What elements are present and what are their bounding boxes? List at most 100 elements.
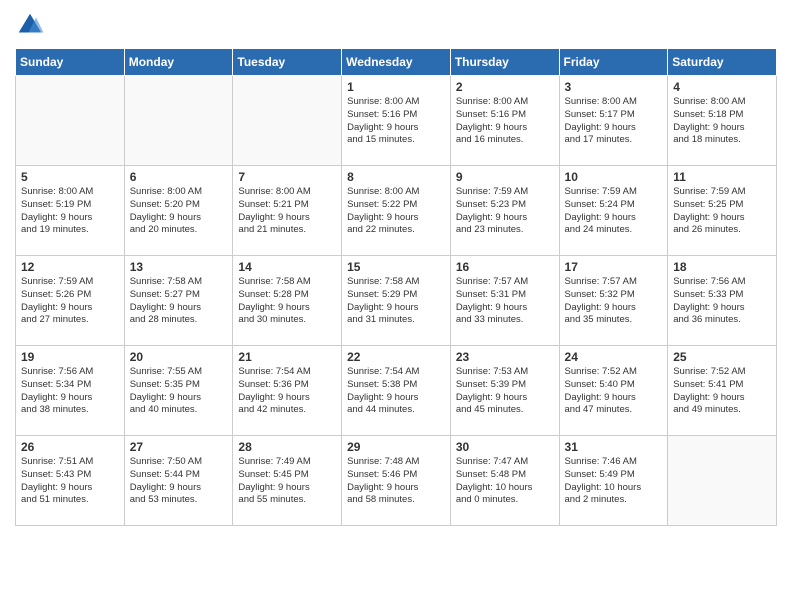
- cell-content: Sunrise: 7:57 AM Sunset: 5:31 PM Dayligh…: [456, 276, 554, 327]
- day-number: 8: [347, 170, 445, 184]
- calendar-cell: 3 Sunrise: 8:00 AM Sunset: 5:17 PM Daylig…: [559, 76, 668, 166]
- cell-content: Sunrise: 7:51 AM Sunset: 5:43 PM Dayligh…: [21, 456, 119, 507]
- calendar-cell: 25Sunrise: 7:52 AM Sunset: 5:41 PM Dayli…: [668, 346, 777, 436]
- cell-content: Sunrise: 7:48 AM Sunset: 5:46 PM Dayligh…: [347, 456, 445, 507]
- cell-content: Sunrise: 7:46 AM Sunset: 5:49 PM Dayligh…: [565, 456, 663, 507]
- day-number: 12: [21, 260, 119, 274]
- column-header-tuesday: Tuesday: [233, 49, 342, 76]
- cell-content: Sunrise: 8:00 AM Sunset: 5:17 PM Dayligh…: [565, 96, 663, 147]
- calendar-cell: 4Sunrise: 8:00 AM Sunset: 5:18 PM Daylig…: [668, 76, 777, 166]
- calendar-cell: 22 Sunrise: 7:54 AM Sunset: 5:38 PM Dayli…: [342, 346, 451, 436]
- calendar-week-row: 26 Sunrise: 7:51 AM Sunset: 5:43 PM Dayli…: [16, 436, 777, 526]
- day-number: 7: [238, 170, 336, 184]
- calendar-cell: 30 Sunrise: 7:47 AM Sunset: 5:48 PM Dayli…: [450, 436, 559, 526]
- calendar-week-row: 5 Sunrise: 8:00 AM Sunset: 5:19 PM Daylig…: [16, 166, 777, 256]
- cell-content: Sunrise: 7:59 AM Sunset: 5:24 PM Dayligh…: [565, 186, 663, 237]
- column-header-saturday: Saturday: [668, 49, 777, 76]
- cell-content: Sunrise: 7:58 AM Sunset: 5:29 PM Dayligh…: [347, 276, 445, 327]
- day-number: 26: [21, 440, 119, 454]
- day-number: 15: [347, 260, 445, 274]
- cell-content: Sunrise: 7:59 AM Sunset: 5:23 PM Dayligh…: [456, 186, 554, 237]
- day-number: 31: [565, 440, 663, 454]
- day-number: 17: [565, 260, 663, 274]
- cell-content: Sunrise: 7:58 AM Sunset: 5:27 PM Dayligh…: [130, 276, 228, 327]
- calendar-cell: [668, 436, 777, 526]
- day-number: 29: [347, 440, 445, 454]
- column-header-friday: Friday: [559, 49, 668, 76]
- cell-content: Sunrise: 8:00 AM Sunset: 5:21 PM Dayligh…: [238, 186, 336, 237]
- day-number: 19: [21, 350, 119, 364]
- calendar-header-row: SundayMondayTuesdayWednesdayThursdayFrid…: [16, 49, 777, 76]
- cell-content: Sunrise: 8:00 AM Sunset: 5:16 PM Dayligh…: [456, 96, 554, 147]
- calendar-cell: 21Sunrise: 7:54 AM Sunset: 5:36 PM Dayli…: [233, 346, 342, 436]
- day-number: 1: [347, 80, 445, 94]
- cell-content: Sunrise: 7:59 AM Sunset: 5:25 PM Dayligh…: [673, 186, 771, 237]
- calendar-cell: 17 Sunrise: 7:57 AM Sunset: 5:32 PM Dayli…: [559, 256, 668, 346]
- cell-content: Sunrise: 7:55 AM Sunset: 5:35 PM Dayligh…: [130, 366, 228, 417]
- calendar-week-row: 12 Sunrise: 7:59 AM Sunset: 5:26 PM Dayli…: [16, 256, 777, 346]
- calendar-cell: 12 Sunrise: 7:59 AM Sunset: 5:26 PM Dayli…: [16, 256, 125, 346]
- cell-content: Sunrise: 7:53 AM Sunset: 5:39 PM Dayligh…: [456, 366, 554, 417]
- calendar-cell: 19 Sunrise: 7:56 AM Sunset: 5:34 PM Dayli…: [16, 346, 125, 436]
- cell-content: Sunrise: 7:59 AM Sunset: 5:26 PM Dayligh…: [21, 276, 119, 327]
- logo-icon: [15, 10, 45, 40]
- calendar-cell: 15 Sunrise: 7:58 AM Sunset: 5:29 PM Dayli…: [342, 256, 451, 346]
- calendar-cell: [16, 76, 125, 166]
- cell-content: Sunrise: 7:56 AM Sunset: 5:34 PM Dayligh…: [21, 366, 119, 417]
- calendar-cell: 8 Sunrise: 8:00 AM Sunset: 5:22 PM Daylig…: [342, 166, 451, 256]
- cell-content: Sunrise: 8:00 AM Sunset: 5:19 PM Dayligh…: [21, 186, 119, 237]
- column-header-monday: Monday: [124, 49, 233, 76]
- calendar-cell: 5 Sunrise: 8:00 AM Sunset: 5:19 PM Daylig…: [16, 166, 125, 256]
- day-number: 2: [456, 80, 554, 94]
- column-header-thursday: Thursday: [450, 49, 559, 76]
- cell-content: Sunrise: 7:47 AM Sunset: 5:48 PM Dayligh…: [456, 456, 554, 507]
- column-header-sunday: Sunday: [16, 49, 125, 76]
- cell-content: Sunrise: 7:52 AM Sunset: 5:40 PM Dayligh…: [565, 366, 663, 417]
- calendar-cell: 18Sunrise: 7:56 AM Sunset: 5:33 PM Dayli…: [668, 256, 777, 346]
- cell-content: Sunrise: 7:54 AM Sunset: 5:38 PM Dayligh…: [347, 366, 445, 417]
- logo: [15, 10, 49, 40]
- day-number: 5: [21, 170, 119, 184]
- cell-content: Sunrise: 8:00 AM Sunset: 5:16 PM Dayligh…: [347, 96, 445, 147]
- cell-content: Sunrise: 8:00 AM Sunset: 5:18 PM Dayligh…: [673, 96, 771, 147]
- day-number: 10: [565, 170, 663, 184]
- calendar-cell: 14Sunrise: 7:58 AM Sunset: 5:28 PM Dayli…: [233, 256, 342, 346]
- calendar-cell: [233, 76, 342, 166]
- calendar-cell: 29 Sunrise: 7:48 AM Sunset: 5:46 PM Dayli…: [342, 436, 451, 526]
- calendar-cell: 2 Sunrise: 8:00 AM Sunset: 5:16 PM Daylig…: [450, 76, 559, 166]
- calendar-cell: 1 Sunrise: 8:00 AM Sunset: 5:16 PM Daylig…: [342, 76, 451, 166]
- day-number: 13: [130, 260, 228, 274]
- calendar-cell: 27Sunrise: 7:50 AM Sunset: 5:44 PM Dayli…: [124, 436, 233, 526]
- calendar-cell: 26 Sunrise: 7:51 AM Sunset: 5:43 PM Dayli…: [16, 436, 125, 526]
- calendar-cell: 7 Sunrise: 8:00 AM Sunset: 5:21 PM Daylig…: [233, 166, 342, 256]
- calendar-cell: 6Sunrise: 8:00 AM Sunset: 5:20 PM Daylig…: [124, 166, 233, 256]
- calendar-cell: 9Sunrise: 7:59 AM Sunset: 5:23 PM Daylig…: [450, 166, 559, 256]
- calendar-cell: 11 Sunrise: 7:59 AM Sunset: 5:25 PM Dayli…: [668, 166, 777, 256]
- cell-content: Sunrise: 7:50 AM Sunset: 5:44 PM Dayligh…: [130, 456, 228, 507]
- calendar-week-row: 19 Sunrise: 7:56 AM Sunset: 5:34 PM Dayli…: [16, 346, 777, 436]
- day-number: 30: [456, 440, 554, 454]
- cell-content: Sunrise: 7:52 AM Sunset: 5:41 PM Dayligh…: [673, 366, 771, 417]
- day-number: 3: [565, 80, 663, 94]
- day-number: 22: [347, 350, 445, 364]
- day-number: 11: [673, 170, 771, 184]
- calendar-cell: [124, 76, 233, 166]
- day-number: 14: [238, 260, 336, 274]
- cell-content: Sunrise: 7:49 AM Sunset: 5:45 PM Dayligh…: [238, 456, 336, 507]
- day-number: 24: [565, 350, 663, 364]
- day-number: 6: [130, 170, 228, 184]
- column-header-wednesday: Wednesday: [342, 49, 451, 76]
- cell-content: Sunrise: 8:00 AM Sunset: 5:22 PM Dayligh…: [347, 186, 445, 237]
- page-header: [15, 10, 777, 40]
- calendar-cell: 24 Sunrise: 7:52 AM Sunset: 5:40 PM Dayli…: [559, 346, 668, 436]
- calendar-cell: 10 Sunrise: 7:59 AM Sunset: 5:24 PM Dayli…: [559, 166, 668, 256]
- calendar-cell: 23 Sunrise: 7:53 AM Sunset: 5:39 PM Dayli…: [450, 346, 559, 436]
- day-number: 18: [673, 260, 771, 274]
- day-number: 23: [456, 350, 554, 364]
- day-number: 28: [238, 440, 336, 454]
- cell-content: Sunrise: 7:54 AM Sunset: 5:36 PM Dayligh…: [238, 366, 336, 417]
- cell-content: Sunrise: 7:57 AM Sunset: 5:32 PM Dayligh…: [565, 276, 663, 327]
- calendar-cell: 31 Sunrise: 7:46 AM Sunset: 5:49 PM Dayli…: [559, 436, 668, 526]
- calendar-cell: 16Sunrise: 7:57 AM Sunset: 5:31 PM Dayli…: [450, 256, 559, 346]
- calendar-cell: 13 Sunrise: 7:58 AM Sunset: 5:27 PM Dayli…: [124, 256, 233, 346]
